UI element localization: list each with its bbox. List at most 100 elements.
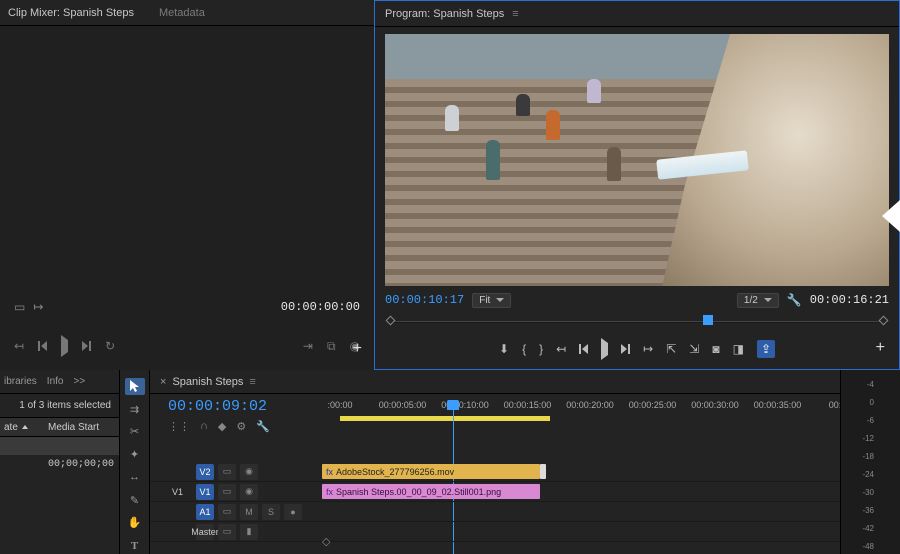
program-viewer[interactable] [385, 34, 889, 286]
track-target-V1[interactable]: V1 [196, 484, 214, 500]
snap-icon[interactable]: ⋮⋮ [168, 420, 190, 433]
marker-icon[interactable]: ◆ [218, 420, 226, 433]
ruler-tick: 00:00:30:00 [691, 400, 739, 410]
lift-icon[interactable]: ⇱ [666, 342, 676, 356]
linked-selection-icon[interactable]: ∩ [200, 420, 208, 433]
col-rate[interactable]: ate [0, 422, 44, 433]
track-lane[interactable] [322, 522, 840, 541]
scrub-end-handle[interactable] [879, 316, 889, 326]
timeline-timecode[interactable]: 00:00:09:02 [168, 398, 267, 415]
S-icon[interactable]: S [262, 504, 280, 520]
project-rows: 00;00;00;00 [0, 437, 119, 473]
export-frame-icon[interactable]: ◙ [712, 342, 719, 356]
insert-icon[interactable]: ⇥ [303, 339, 313, 353]
time-ruler[interactable]: :00:0000:00:05:0000:00:10:0000:00:15:000… [340, 400, 840, 428]
hand-tool[interactable]: ✋ [125, 515, 145, 532]
clip-handle[interactable] [540, 464, 546, 479]
scrub-playhead[interactable] [703, 315, 713, 325]
canvas-icon[interactable]: ▭ [14, 300, 25, 314]
slip-tool[interactable]: ↔ [125, 469, 145, 486]
track-select-tool[interactable]: ⇉ [125, 401, 145, 418]
table-row[interactable]: 00;00;00;00 [0, 455, 119, 473]
project-panel: ibraries Info >> 1 of 3 items selected a… [0, 370, 120, 554]
track-source-patch[interactable]: V1 [172, 487, 192, 497]
tab-clip-mixer[interactable]: Clip Mixer: Spanish Steps [8, 7, 134, 19]
tracks-area: V2▭◉fxAdobeStock_277796256.movV1V1▭◉fxSp… [150, 462, 840, 554]
ripple-edit-tool[interactable]: ✂ [125, 424, 145, 441]
eye-icon[interactable]: ◉ [240, 464, 258, 480]
meter-level-label: 0 [841, 398, 900, 416]
meter-level-label: -12 [841, 434, 900, 452]
panel-menu-icon[interactable]: ≡ [512, 8, 518, 20]
program-scrubber[interactable] [385, 315, 889, 329]
toggle-icon[interactable]: ▭ [218, 464, 236, 480]
add-marker-icon[interactable]: ◇ [322, 535, 330, 548]
track-target-Master[interactable]: Master [196, 524, 214, 540]
meter-level-label: -18 [841, 452, 900, 470]
mic-icon[interactable]: ● [284, 504, 302, 520]
add-button-icon[interactable]: + [353, 340, 362, 358]
track-lane[interactable] [322, 502, 840, 521]
step-back-icon[interactable] [579, 344, 588, 354]
out-bracket-icon[interactable]: } [539, 342, 543, 356]
edge-arrow-icon[interactable] [882, 200, 900, 232]
step-fwd-icon[interactable] [621, 344, 630, 354]
zoom-fit-dropdown[interactable]: Fit [472, 293, 511, 308]
share-icon[interactable]: ⇪ [757, 340, 775, 358]
program-timecode-current[interactable]: 00:00:10:17 [385, 293, 464, 307]
tab-metadata[interactable]: Metadata [159, 7, 205, 19]
goto-prev-edit-icon[interactable]: ↤ [14, 339, 24, 353]
wrench-icon[interactable]: 🔧 [256, 420, 270, 433]
work-area-bar[interactable] [340, 416, 550, 421]
chevron-down-icon [764, 298, 772, 302]
clip[interactable]: fxAdobeStock_277796256.mov [322, 464, 540, 479]
toggle-icon[interactable]: ▭ [218, 524, 236, 540]
export-icon[interactable]: ↦ [33, 300, 43, 314]
track-target-A1[interactable]: A1 [196, 504, 214, 520]
step-fwd-icon[interactable] [82, 341, 91, 351]
type-tool[interactable]: T [125, 537, 145, 554]
settings-icon[interactable]: ⚙ [236, 420, 246, 433]
play-icon[interactable] [61, 340, 68, 352]
overwrite-icon[interactable]: ⧉ [327, 339, 336, 354]
tab-libraries[interactable]: ibraries [4, 376, 37, 387]
comparison-view-icon[interactable]: ◨ [733, 342, 744, 356]
col-media-start[interactable]: Media Start [44, 422, 119, 433]
loop-icon[interactable]: ↻ [105, 339, 115, 353]
goto-prev-edit-icon[interactable]: ↤ [556, 342, 566, 356]
pen-tool[interactable]: ✎ [125, 492, 145, 509]
in-bracket-icon[interactable]: { [522, 342, 526, 356]
add-button-icon[interactable]: + [876, 339, 885, 357]
step-back-icon[interactable] [38, 341, 47, 351]
toggle-icon[interactable]: ▭ [218, 504, 236, 520]
track-lane[interactable]: fxAdobeStock_277796256.mov [322, 462, 840, 481]
mark-in-icon[interactable]: ⬇ [499, 342, 509, 356]
chevron-down-icon [496, 298, 504, 302]
play-icon[interactable] [601, 343, 608, 355]
clip[interactable]: fxSpanish Steps.00_00_09_02.Still001.png [322, 484, 540, 499]
tab-overflow-icon[interactable]: >> [73, 376, 85, 387]
selection-tool[interactable] [125, 378, 145, 395]
track-target-V2[interactable]: V2 [196, 464, 214, 480]
meter-icon[interactable]: ▮ [240, 524, 258, 540]
meter-level-label: -6 [841, 416, 900, 434]
eye-icon[interactable]: ◉ [240, 484, 258, 500]
resolution-dropdown[interactable]: 1/2 [737, 293, 779, 308]
M-icon[interactable]: M [240, 504, 258, 520]
ruler-tick: 00:00:15:00 [504, 400, 552, 410]
table-row[interactable] [0, 437, 119, 455]
razor-tool[interactable]: ✦ [125, 446, 145, 463]
goto-next-edit-icon[interactable]: ↦ [643, 342, 653, 356]
toggle-icon[interactable]: ▭ [218, 484, 236, 500]
project-columns-header: ate Media Start [0, 417, 119, 437]
sequence-tab[interactable]: Spanish Steps [172, 376, 243, 388]
track-V1: V1V1▭◉fxSpanish Steps.00_00_09_02.Still0… [150, 482, 840, 502]
track-lane[interactable]: fxSpanish Steps.00_00_09_02.Still001.png [322, 482, 840, 501]
panel-menu-icon[interactable]: ≡ [249, 376, 255, 388]
scrub-start-handle[interactable] [386, 316, 396, 326]
video-frame [385, 34, 889, 286]
settings-wrench-icon[interactable]: 🔧 [787, 293, 802, 307]
extract-icon[interactable]: ⇲ [689, 342, 699, 356]
program-transport: ⬇ { } ↤ ↦ ⇱ ⇲ ◙ ◨ ⇪ [385, 335, 889, 363]
tab-info[interactable]: Info [47, 376, 64, 387]
